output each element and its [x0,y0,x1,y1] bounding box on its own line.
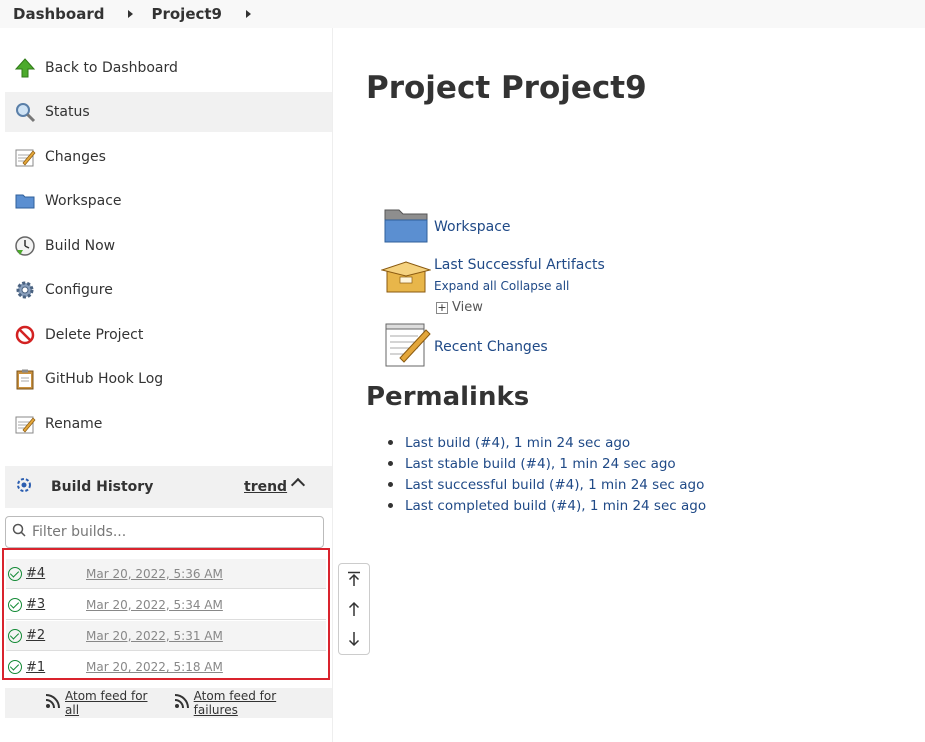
sidebar-item-label: Workspace [45,193,122,209]
build-history-icon [13,474,35,500]
sidebar-item-label: Delete Project [45,327,144,343]
sidebar-item-configure[interactable]: Configure [5,270,332,310]
sidebar-item-label: Configure [45,282,113,298]
build-list: #4 Mar 20, 2022, 5:36 AM #3 Mar 20, 2022… [2,548,330,680]
sidebar-item-label: Build Now [45,238,116,254]
arrow-down-icon [348,632,360,647]
view-label: View [452,300,483,315]
build-date-link[interactable]: Mar 20, 2022, 5:34 AM [86,598,223,612]
recent-changes-link[interactable]: Recent Changes [434,339,548,355]
expand-plus-icon[interactable]: + [436,301,448,314]
sidebar-item-workspace[interactable]: Workspace [5,181,332,221]
page-title: Project Project9 [366,70,647,106]
permalinks-list: Last build (#4), 1 min 24 sec ago Last s… [388,432,706,516]
filter-builds-input[interactable] [32,524,302,540]
breadcrumb-dashboard[interactable]: Dashboard [13,5,104,23]
folder-icon [13,189,37,213]
success-check-icon [8,597,22,612]
atom-feed-all-link[interactable]: Atom feed for all [65,689,164,717]
scroll-top-button[interactable] [339,564,369,594]
folder-icon [383,206,429,250]
expand-all-link[interactable]: Expand all [434,279,497,293]
build-number-link[interactable]: #3 [26,597,86,612]
scroll-down-button[interactable] [339,624,369,654]
scroll-top-icon [348,571,360,586]
breadcrumb-arrow-icon[interactable] [128,10,134,18]
sidebar-item-changes[interactable]: Changes [5,137,332,177]
sidebar-item-label: Changes [45,149,106,165]
workspace-link[interactable]: Workspace [434,219,511,235]
build-date-link[interactable]: Mar 20, 2022, 5:31 AM [86,629,223,643]
sidebar-item-build-now[interactable]: Build Now [5,226,332,266]
scroll-up-button[interactable] [339,594,369,624]
build-number-link[interactable]: #2 [26,628,86,643]
sidebar-item-github-hook-log[interactable]: GitHub Hook Log [5,359,332,399]
sidebar-item-delete-project[interactable]: Delete Project [5,315,332,355]
sidebar-item-status[interactable]: Status [5,92,332,132]
no-entry-icon [13,323,37,347]
build-date-link[interactable]: Mar 20, 2022, 5:36 AM [86,567,223,581]
collapse-all-link[interactable]: Collapse all [501,279,570,293]
build-row[interactable]: #1 Mar 20, 2022, 5:18 AM [6,652,326,682]
permalink-last-successful-build[interactable]: Last successful build (#4), 1 min 24 sec… [405,477,704,493]
notepad-icon [384,322,432,372]
magnifier-icon [13,100,37,124]
atom-feeds: Atom feed for all Atom feed for failures [5,688,332,718]
permalink-item: Last build (#4), 1 min 24 sec ago [388,432,706,453]
breadcrumb-arrow-icon[interactable] [246,10,251,18]
search-icon [12,523,26,541]
up-arrow-icon [13,56,37,80]
atom-feed-failures-link[interactable]: Atom feed for failures [194,689,322,717]
chevron-up-icon[interactable] [290,477,306,493]
permalink-item: Last completed build (#4), 1 min 24 sec … [388,495,706,516]
notepad-icon [13,145,37,169]
gear-icon [13,278,37,302]
sidebar-item-label: GitHub Hook Log [45,371,164,387]
sidebar-item-label: Rename [45,416,103,432]
rss-icon [174,693,190,713]
last-successful-artifacts-link[interactable]: Last Successful Artifacts [434,257,605,273]
filter-builds-field [5,516,324,548]
permalink-last-stable-build[interactable]: Last stable build (#4), 1 min 24 sec ago [405,456,676,472]
arrow-up-icon [348,601,360,616]
build-row[interactable]: #4 Mar 20, 2022, 5:36 AM [6,559,326,589]
build-history-header: Build History trend [5,466,332,508]
sidebar-item-label: Back to Dashboard [45,60,178,76]
success-check-icon [8,566,22,581]
permalink-last-build[interactable]: Last build (#4), 1 min 24 sec ago [405,435,630,451]
success-check-icon [8,628,22,643]
breadcrumb-project[interactable]: Project9 [151,5,222,23]
clipboard-icon [13,367,37,391]
build-date-link[interactable]: Mar 20, 2022, 5:18 AM [86,660,223,674]
build-row[interactable]: #2 Mar 20, 2022, 5:31 AM [6,621,326,651]
build-history-title: Build History [51,479,154,495]
build-row[interactable]: #3 Mar 20, 2022, 5:34 AM [6,590,326,620]
build-number-link[interactable]: #1 [26,660,86,675]
trend-link[interactable]: trend [244,479,287,495]
expand-collapse-controls: Expand all Collapse all [434,279,569,293]
breadcrumb: Dashboard Project9 [0,0,925,28]
notepad-icon [13,412,37,436]
clock-icon [13,234,37,258]
sidebar-item-back-to-dashboard[interactable]: Back to Dashboard [5,48,332,88]
success-check-icon [8,660,22,674]
sidebar-item-label: Status [45,104,90,120]
view-tree-node[interactable]: + View [436,300,483,315]
sidebar-item-rename[interactable]: Rename [5,404,332,444]
permalink-item: Last stable build (#4), 1 min 24 sec ago [388,453,706,474]
build-number-link[interactable]: #4 [26,566,86,581]
rss-icon [45,693,61,713]
build-scroll-controls [338,563,370,655]
package-icon [380,258,432,300]
sidebar-divider [332,28,333,742]
permalink-last-completed-build[interactable]: Last completed build (#4), 1 min 24 sec … [405,498,706,514]
permalinks-heading: Permalinks [366,382,530,412]
permalink-item: Last successful build (#4), 1 min 24 sec… [388,474,706,495]
